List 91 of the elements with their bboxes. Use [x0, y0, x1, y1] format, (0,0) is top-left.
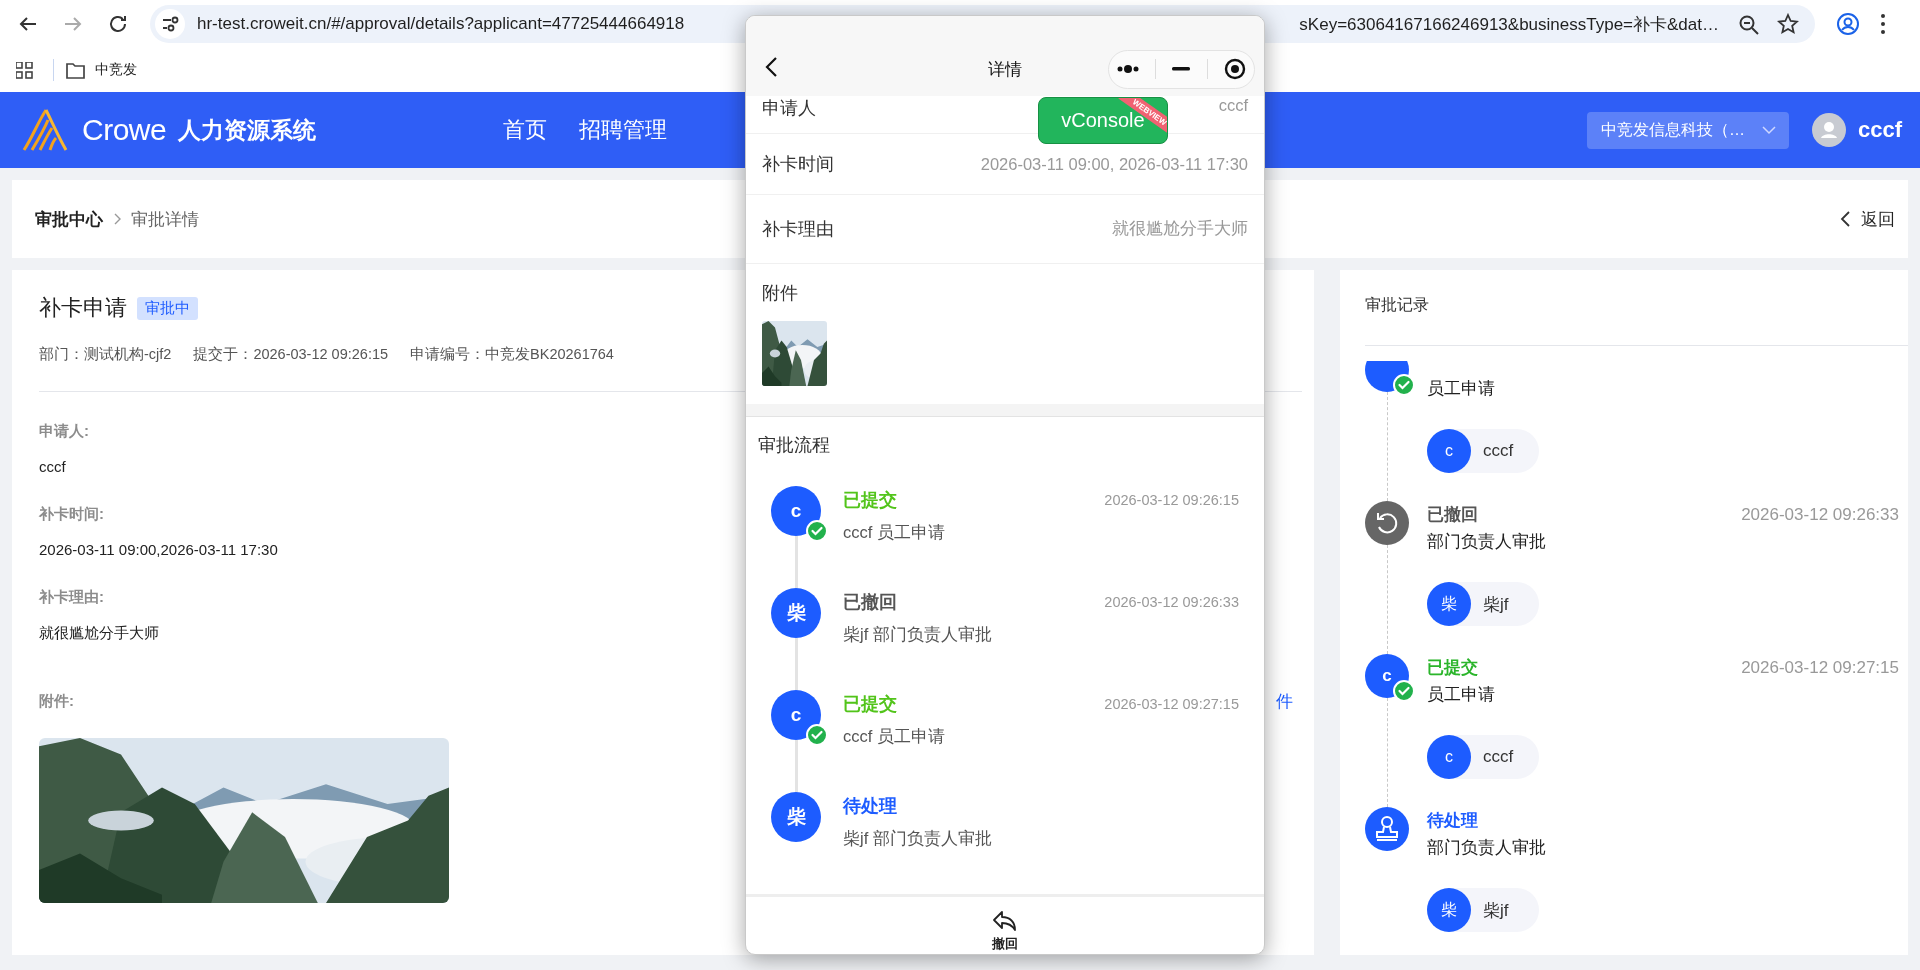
avatar: c [1427, 429, 1471, 473]
nav-item[interactable]: 招聘管理 [579, 115, 667, 145]
stamp-icon [1365, 807, 1409, 851]
reply-icon [991, 908, 1019, 933]
profile-icon[interactable] [1836, 12, 1860, 36]
zoom-icon[interactable] [1737, 13, 1759, 35]
logo-icon [22, 108, 68, 152]
avatar: c [771, 486, 821, 536]
site-settings-icon[interactable] [155, 9, 185, 39]
avatar: c [771, 690, 821, 740]
avatar: 柴 [1427, 582, 1471, 626]
user-name[interactable]: cccf [1857, 117, 1902, 143]
status-text: 已提交 [843, 489, 897, 512]
avatar: 柴 [771, 792, 821, 842]
avatar: 柴 [1427, 888, 1471, 932]
step-description: 柴jf 部门负责人审批 [843, 828, 992, 849]
field-label: 补卡理由 [762, 218, 834, 241]
status-tag: 审批中 [137, 296, 198, 320]
section-heading: 审批流程 [758, 434, 830, 456]
node-name: 部门负责人审批 [1427, 837, 1546, 859]
field-value: 就很尴尬分手大师 [39, 624, 159, 643]
node-name: 员工申请 [1427, 378, 1495, 400]
url-text: sKey=63064167166246913&businessType=补卡&dat… [1299, 13, 1719, 36]
status-text: 已提交 [843, 693, 897, 716]
check-icon [1393, 680, 1415, 702]
status-text: 已撤回 [1427, 504, 1478, 526]
field-value: 2026-03-11 09:00, 2026-03-11 17:30 [980, 154, 1248, 174]
step-description: 柴jf 部门负责人审批 [843, 624, 992, 645]
attachment-link[interactable]: 件 [1276, 690, 1293, 713]
field-value: cccf [39, 458, 66, 475]
apps-icon[interactable] [16, 61, 33, 79]
company-select[interactable]: 中竞发信息科技（… [1586, 111, 1789, 149]
status-text: 待处理 [1427, 810, 1478, 832]
menu-icon[interactable] [1880, 12, 1886, 36]
bookmark-label: 中竞发 [95, 61, 137, 79]
avatar: c [1427, 735, 1471, 779]
status-text: 待处理 [843, 795, 897, 818]
person-chip: 柴 柴jf [1427, 888, 1539, 932]
meta-text: 提交于：2026-03-12 09:26:15 [193, 344, 389, 364]
url-text: hr-test.croweit.cn/#/approval/details?applicant=47725444664918 [197, 14, 685, 34]
breadcrumb-item[interactable]: 审批中心 [35, 207, 103, 231]
timestamp: 2026-03-12 09:26:15 [1104, 492, 1239, 508]
folder-icon [66, 60, 85, 80]
card-heading: 审批记录 [1365, 295, 1429, 315]
close-icon[interactable] [1223, 58, 1246, 80]
field-label: 补卡时间: [39, 505, 104, 524]
node-name: 部门负责人审批 [1427, 531, 1546, 553]
minimize-icon[interactable] [1172, 67, 1191, 71]
step-description: cccf 员工申请 [843, 522, 945, 543]
check-icon [806, 520, 828, 542]
avatar[interactable] [1811, 113, 1846, 147]
withdraw-button[interactable]: 撤回 [991, 908, 1019, 953]
node-name: 员工申请 [1427, 684, 1495, 706]
person-chip: 柴 柴jf [1427, 582, 1539, 626]
meta-text: 申请编号：中竞发BK20261764 [410, 344, 614, 364]
avatar: 柴 [771, 588, 821, 638]
back-link[interactable]: 返回 [1840, 207, 1895, 231]
check-icon [1393, 374, 1415, 396]
logo-text: Crowe [82, 113, 167, 147]
field-label: 附件: [39, 692, 74, 711]
field-label: 申请人: [39, 422, 89, 441]
timestamp: 2026-03-12 09:26:33 [1104, 594, 1239, 610]
timestamp: 2026-03-12 09:27:15 [1741, 657, 1899, 678]
field-value: 就很尴尬分手大师 [1112, 218, 1248, 239]
chevron-down-icon [1760, 123, 1777, 137]
timestamp: 2026-03-12 09:27:15 [1104, 696, 1239, 712]
undo-icon [1365, 501, 1409, 545]
more-icon[interactable] [1117, 64, 1140, 74]
step-description: cccf 员工申请 [843, 726, 945, 747]
field-label: 申请人 [762, 97, 816, 120]
field-label: 补卡时间 [762, 153, 834, 176]
timestamp: 2026-03-12 09:26:33 [1741, 504, 1899, 525]
breadcrumb-item: 审批详情 [131, 208, 199, 231]
check-icon [806, 724, 828, 746]
status-text: 已提交 [1427, 657, 1478, 679]
person-chip: c cccf [1427, 429, 1539, 473]
application-title: 补卡申请 [39, 294, 127, 322]
meta-text: 部门：测试机构-cjf2 [39, 344, 172, 364]
back-icon[interactable] [764, 56, 778, 78]
system-name: 人力资源系统 [178, 115, 317, 145]
field-value: cccf [1218, 96, 1248, 115]
status-text: 已撤回 [843, 591, 897, 614]
page-title: 详情 [988, 58, 1022, 81]
chevron-left-icon [1840, 210, 1851, 228]
star-icon[interactable] [1777, 13, 1799, 35]
person-chip: c cccf [1427, 735, 1539, 779]
field-label: 补卡理由: [39, 588, 104, 607]
bookmark[interactable]: 中竞发 [66, 58, 137, 82]
nav-item[interactable]: 首页 [503, 115, 547, 145]
field-value: 2026-03-11 09:00,2026-03-11 17:30 [39, 541, 278, 558]
field-label: 附件 [762, 282, 799, 305]
